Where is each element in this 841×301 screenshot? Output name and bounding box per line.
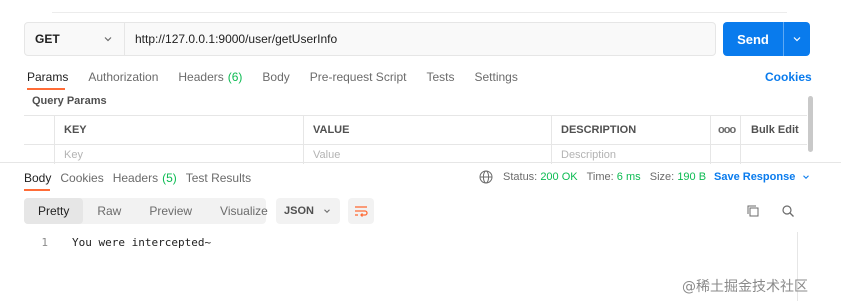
scrollbar[interactable]: [808, 96, 813, 152]
top-divider: [52, 12, 787, 13]
search-icon[interactable]: [781, 204, 795, 218]
chevron-down-icon: [803, 175, 810, 180]
status-label: Status:: [503, 171, 538, 183]
chevron-down-icon: [104, 37, 112, 42]
bulk-edit-button[interactable]: Bulk Edit: [740, 116, 807, 144]
watermark: @稀土掘金技术社区: [682, 279, 808, 295]
response-body-line: 1 You were intercepted~: [24, 236, 211, 249]
tab-authorization[interactable]: Authorization: [88, 70, 158, 86]
view-mode-pretty[interactable]: Pretty: [24, 198, 84, 224]
chevron-down-icon: [793, 37, 801, 42]
tab-settings[interactable]: Settings: [475, 70, 518, 86]
query-params-title: Query Params: [32, 95, 107, 107]
view-mode-group: Pretty Raw Preview Visualize: [24, 198, 268, 224]
view-mode-preview[interactable]: Preview: [135, 198, 206, 224]
wrap-lines-button[interactable]: [348, 198, 374, 224]
response-tab-body[interactable]: Body: [24, 171, 51, 185]
response-tab-headers-label: Headers: [112, 171, 159, 185]
send-options-button[interactable]: [784, 33, 810, 45]
table-header-row: KEY VALUE DESCRIPTION ooo Bulk Edit: [24, 116, 807, 144]
query-params-table: KEY VALUE DESCRIPTION ooo Bulk Edit Key …: [24, 115, 807, 164]
response-tab-test-results[interactable]: Test Results: [186, 171, 251, 185]
tab-pre-request-script[interactable]: Pre-request Script: [310, 70, 407, 86]
chevron-down-icon: [324, 209, 330, 214]
tab-headers-count: (6): [227, 70, 243, 84]
send-label: Send: [737, 31, 769, 47]
copy-icon[interactable]: [746, 204, 760, 218]
more-options-icon: ooo: [718, 124, 736, 136]
request-tabs: Params Authorization Headers (6) Body Pre…: [27, 70, 538, 86]
method-select[interactable]: GET: [25, 23, 125, 55]
table-row: Key Value Description: [24, 144, 807, 164]
response-tabs: Body Cookies Headers (5) Test Results: [24, 171, 260, 185]
response-tab-cookies[interactable]: Cookies: [60, 171, 103, 185]
row-handle-cell: [24, 116, 54, 144]
request-bar: GET http://127.0.0.1:9000/user/getUserIn…: [24, 22, 716, 56]
column-header-value: VALUE: [303, 116, 551, 144]
method-label: GET: [35, 32, 60, 46]
format-label: JSON: [284, 205, 314, 217]
tab-body[interactable]: Body: [262, 70, 289, 86]
time-value[interactable]: 6 ms: [617, 171, 641, 183]
column-header-description: DESCRIPTION: [551, 116, 710, 144]
size-value[interactable]: 190 B: [677, 171, 706, 183]
status-value[interactable]: 200 OK: [540, 171, 577, 183]
active-response-tab-underline: [24, 189, 50, 191]
response-divider: [0, 162, 841, 163]
save-response-button[interactable]: Save Response: [714, 171, 811, 183]
response-status-bar: Status: 200 OK Time: 6 ms Size: 190 B: [503, 171, 706, 183]
tab-params[interactable]: Params: [27, 70, 68, 86]
column-header-key: KEY: [54, 116, 303, 144]
response-tab-headers-count: (5): [162, 171, 177, 185]
format-select[interactable]: JSON: [276, 198, 340, 224]
size-label: Size:: [649, 171, 675, 183]
tab-headers[interactable]: Headers (6): [178, 70, 242, 86]
tab-headers-label: Headers: [178, 70, 224, 84]
response-body-text: You were intercepted~: [72, 236, 212, 249]
save-response-label: Save Response: [714, 171, 796, 183]
active-tab-underline: [27, 88, 65, 90]
cookies-link[interactable]: Cookies: [765, 70, 812, 84]
time-label: Time:: [586, 171, 614, 183]
send-button[interactable]: Send: [723, 22, 810, 56]
response-tab-headers[interactable]: Headers (5): [113, 171, 177, 185]
line-number: 1: [41, 236, 48, 249]
url-input[interactable]: http://127.0.0.1:9000/user/getUserInfo: [125, 32, 337, 46]
view-mode-raw[interactable]: Raw: [83, 198, 135, 224]
view-mode-visualize[interactable]: Visualize: [206, 198, 282, 224]
tab-tests[interactable]: Tests: [426, 70, 454, 86]
more-options-button[interactable]: ooo: [710, 116, 740, 144]
wrap-lines-icon: [355, 206, 368, 217]
globe-icon[interactable]: [479, 170, 493, 184]
